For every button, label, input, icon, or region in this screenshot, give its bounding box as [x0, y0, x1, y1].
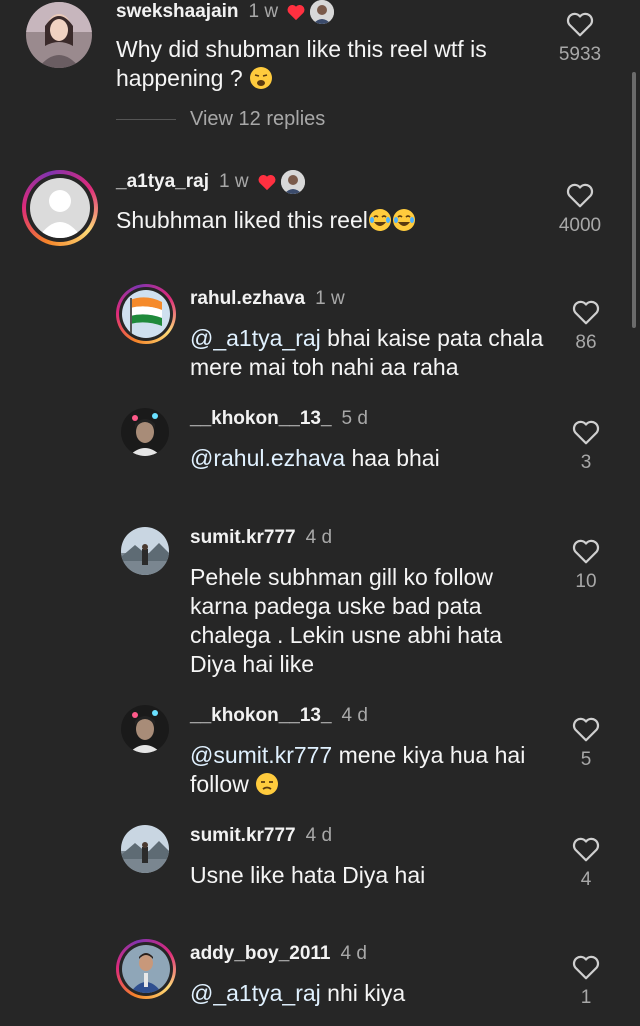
timestamp: 1 w: [248, 1, 279, 22]
avatar[interactable]: [121, 408, 169, 456]
tears-of-joy-emoji: [368, 209, 391, 231]
comment-text: Shubhman liked this reel: [116, 206, 536, 235]
like-control[interactable]: 4: [556, 835, 616, 891]
timestamp: 4 d: [340, 943, 367, 964]
like-count: 5933: [558, 44, 602, 65]
heart-filled-icon: [258, 174, 276, 191]
username[interactable]: sumit.kr777: [190, 825, 296, 847]
default-avatar-icon[interactable]: [30, 178, 90, 238]
heart-filled-icon: [287, 4, 305, 21]
heart-outline-icon[interactable]: [571, 298, 601, 326]
reply-text: Pehele subhman gill ko follow karna pade…: [190, 564, 503, 677]
heart-outline-icon[interactable]: [565, 181, 595, 209]
avatar[interactable]: [121, 825, 169, 873]
reply-header: sumit.kr777 4 d: [190, 527, 332, 549]
unamused-face-emoji: [256, 773, 279, 795]
like-count: 10: [575, 571, 597, 592]
avatar[interactable]: [26, 2, 92, 68]
reply-text: @_a1tya_raj bhai kaise pata chala mere m…: [190, 325, 544, 380]
weary-face-emoji: [250, 67, 273, 89]
like-count: 3: [580, 452, 592, 473]
timestamp: 4 d: [305, 527, 333, 548]
reply-header: addy_boy_2011 4 d: [190, 943, 367, 965]
timestamp: 1 w: [218, 171, 249, 192]
author-avatar: [310, 0, 335, 24]
reply-text: Usne like hata Diya hai: [190, 862, 426, 888]
comment-text: Why did shubman like this reel wtf is ha…: [116, 36, 487, 91]
heart-outline-icon[interactable]: [571, 715, 601, 743]
like-control[interactable]: 10: [556, 537, 616, 593]
avatar[interactable]: [122, 945, 170, 993]
view-replies-button[interactable]: View 12 replies: [116, 108, 325, 131]
mention-link[interactable]: @rahul.ezhava: [190, 445, 345, 471]
author-liked-badge: [257, 170, 305, 194]
like-count: 4: [580, 869, 592, 890]
mention-link[interactable]: @_a1tya_raj: [190, 325, 321, 351]
heart-outline-icon[interactable]: [571, 953, 601, 981]
reply-text: @sumit.kr777 mene kiya hua hai follow: [190, 742, 526, 797]
avatar[interactable]: [121, 705, 169, 753]
heart-outline-icon[interactable]: [571, 418, 601, 446]
author-avatar: [280, 170, 305, 194]
avatar[interactable]: [121, 527, 169, 575]
comment-header: _a1tya_raj 1 w: [116, 170, 305, 194]
like-control[interactable]: 5: [556, 715, 616, 771]
comment-header: swekshaajain 1 w: [116, 0, 335, 24]
like-control[interactable]: 3: [556, 418, 616, 474]
like-control[interactable]: 1: [556, 953, 616, 1009]
username[interactable]: swekshaajain: [116, 1, 239, 23]
author-liked-badge: [286, 0, 335, 24]
reply-header: sumit.kr777 4 d: [190, 825, 332, 847]
reply-header: __khokon__13_ 5 d: [190, 408, 368, 430]
timestamp: 4 d: [305, 825, 333, 846]
timestamp: 1 w: [315, 288, 345, 309]
reply-text: @rahul.ezhava haa bhai: [190, 445, 440, 471]
like-control[interactable]: 5933: [550, 10, 610, 66]
timestamp: 4 d: [341, 705, 368, 726]
heart-outline-icon[interactable]: [571, 537, 601, 565]
divider: [116, 119, 176, 120]
reply-header: __khokon__13_ 4 d: [190, 705, 368, 727]
heart-outline-icon[interactable]: [565, 10, 595, 38]
mention-link[interactable]: @sumit.kr777: [190, 742, 332, 768]
reply-header: rahul.ezhava 1 w: [190, 288, 345, 310]
view-replies-label[interactable]: View 12 replies: [190, 108, 325, 131]
like-control[interactable]: 86: [556, 298, 616, 354]
like-count: 5: [580, 749, 592, 770]
like-count: 4000: [558, 215, 602, 236]
tears-of-joy-emoji: [392, 209, 415, 231]
like-count: 86: [575, 332, 597, 353]
mention-link[interactable]: @_a1tya_raj: [190, 980, 321, 1006]
reply-text: @_a1tya_raj nhi kiya: [190, 980, 406, 1006]
username[interactable]: rahul.ezhava: [190, 288, 305, 310]
username[interactable]: addy_boy_2011: [190, 943, 330, 965]
username[interactable]: _a1tya_raj: [116, 171, 209, 193]
avatar[interactable]: [122, 290, 170, 338]
username[interactable]: __khokon__13_: [190, 408, 332, 430]
like-control[interactable]: 4000: [550, 181, 610, 237]
like-count: 1: [580, 987, 592, 1008]
timestamp: 5 d: [341, 408, 368, 429]
username[interactable]: __khokon__13_: [190, 705, 332, 727]
scrollbar[interactable]: [632, 72, 636, 328]
username[interactable]: sumit.kr777: [190, 527, 296, 549]
heart-outline-icon[interactable]: [571, 835, 601, 863]
